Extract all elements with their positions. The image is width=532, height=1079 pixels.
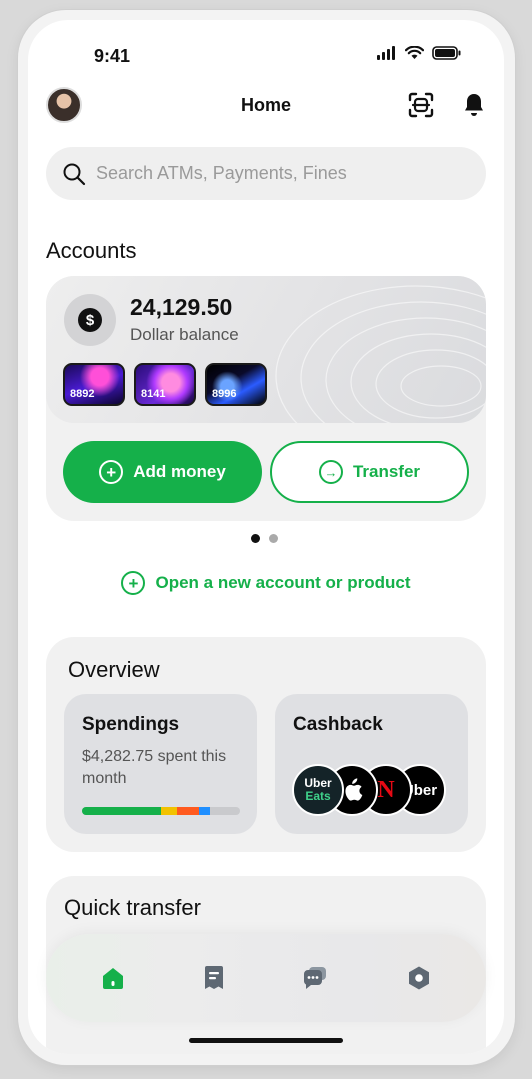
open-account-link[interactable]: + Open a new account or product xyxy=(28,571,504,595)
wifi-icon xyxy=(405,46,424,59)
spending-bar-segment xyxy=(176,807,199,815)
overview-section: Overview Spendings $4,282.75 spent this … xyxy=(46,637,486,852)
tab-settings[interactable] xyxy=(405,964,433,992)
open-account-label: Open a new account or product xyxy=(155,573,411,592)
app-screen: 9:41 Home Accounts xyxy=(28,20,504,1054)
add-money-label: Add money xyxy=(133,462,226,481)
cashback-brands: Uber Eats N Uber xyxy=(292,764,446,816)
uber-eats-logo: Uber Eats xyxy=(292,764,344,816)
uber-eats-bottom: Eats xyxy=(305,789,331,803)
card-number: 8892 xyxy=(70,388,95,400)
spendings-tile[interactable]: Spendings $4,282.75 spent this month xyxy=(64,694,257,834)
card-thumbnail[interactable]: 8892 xyxy=(63,363,125,406)
plus-circle-icon: + xyxy=(99,460,124,484)
overview-title: Overview xyxy=(68,657,160,682)
card-thumbnail[interactable]: 8996 xyxy=(205,363,267,406)
carousel-dots xyxy=(251,534,278,543)
balance-label: Dollar balance xyxy=(130,325,239,344)
balance-panel[interactable]: $ 24,129.50 Dollar balance 8892 8141 899… xyxy=(46,276,486,423)
battery-icon xyxy=(432,46,461,60)
arrow-right-circle-icon: → xyxy=(318,460,343,484)
dollar-icon: $ xyxy=(78,308,102,332)
spendings-title: Spendings xyxy=(82,714,180,735)
tab-home[interactable] xyxy=(99,964,127,992)
status-time: 9:41 xyxy=(94,46,131,66)
card-number: 8996 xyxy=(212,388,237,400)
status-icons xyxy=(377,46,462,60)
search-icon xyxy=(63,163,86,185)
apple-icon xyxy=(345,778,363,801)
bell-icon[interactable] xyxy=(462,92,486,118)
carousel-dot[interactable] xyxy=(269,534,278,543)
tab-chat[interactable] xyxy=(301,964,329,992)
add-money-button[interactable]: + Add money xyxy=(63,441,262,503)
spending-bar-segment xyxy=(198,807,210,815)
signal-icon xyxy=(377,46,395,60)
spending-bar-segment xyxy=(161,807,177,815)
home-indicator xyxy=(189,1038,343,1043)
card-number: 8141 xyxy=(141,388,166,400)
accounts-card: $ 24,129.50 Dollar balance 8892 8141 899… xyxy=(46,276,486,521)
cashback-tile[interactable]: Cashback Uber Eats N Uber xyxy=(275,694,468,834)
tab-bar xyxy=(46,934,486,1022)
tab-receipt[interactable] xyxy=(200,964,228,992)
cards-row: 8892 8141 8996 xyxy=(63,363,267,406)
transfer-button[interactable]: → Transfer xyxy=(270,441,469,503)
spending-bar-segment xyxy=(82,807,161,815)
search-input[interactable] xyxy=(96,163,466,184)
spending-bar xyxy=(82,807,240,815)
card-thumbnail[interactable]: 8141 xyxy=(134,363,196,406)
currency-badge: $ xyxy=(64,294,116,346)
scan-icon[interactable] xyxy=(407,91,435,119)
accounts-title: Accounts xyxy=(46,238,137,263)
search-bar[interactable] xyxy=(46,147,486,200)
cashback-title: Cashback xyxy=(293,714,383,735)
transfer-label: Transfer xyxy=(352,462,421,481)
quick-transfer-title: Quick transfer xyxy=(64,895,201,920)
spent-amount: $4,282.75 spent this month xyxy=(82,748,227,787)
balance-amount: 24,129.50 xyxy=(130,294,233,320)
plus-circle-icon: + xyxy=(121,571,146,595)
carousel-dot-active[interactable] xyxy=(251,534,260,543)
